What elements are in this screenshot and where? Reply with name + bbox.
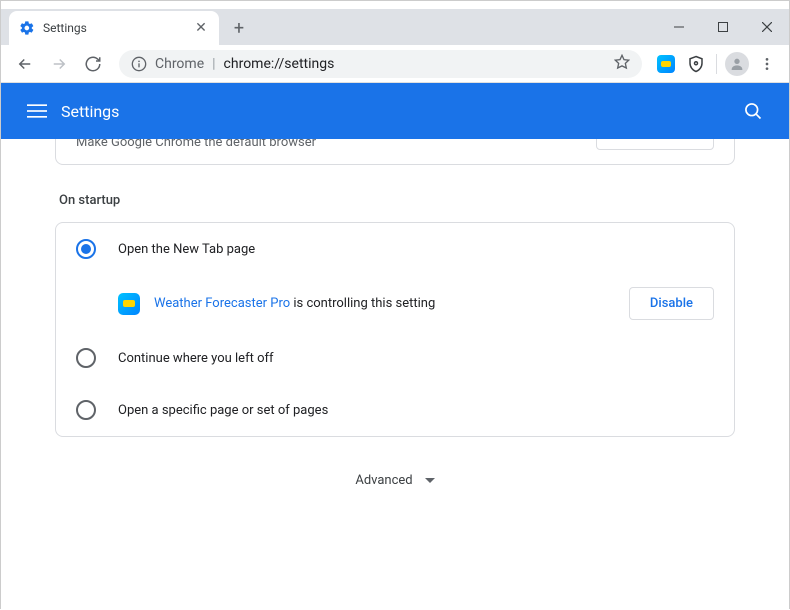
shield-icon[interactable] [682, 50, 710, 78]
reload-button[interactable] [77, 48, 109, 80]
bookmark-star-icon[interactable] [614, 54, 630, 74]
section-heading-on-startup: On startup [59, 193, 735, 208]
radio-unselected-icon [76, 348, 96, 368]
omnibox-origin: Chrome [155, 56, 204, 72]
address-bar[interactable]: Chrome | chrome://settings [119, 50, 642, 78]
extension-name-link[interactable]: Weather Forecaster Pro [154, 296, 290, 311]
close-tab-icon[interactable]: ✕ [193, 20, 209, 36]
extension-controlled-notice: Weather Forecaster Pro is controlling th… [56, 275, 734, 332]
menu-icon[interactable] [17, 91, 57, 131]
maximize-button[interactable] [701, 13, 745, 41]
back-button[interactable] [9, 48, 41, 80]
startup-option-continue[interactable]: Continue where you left off [56, 332, 734, 384]
browser-menu-button[interactable] [753, 50, 781, 78]
startup-option-specific-pages[interactable]: Open a specific page or set of pages [56, 384, 734, 436]
browser-toolbar: Chrome | chrome://settings [1, 45, 789, 83]
weather-extension-icon [118, 293, 140, 315]
advanced-toggle[interactable]: Advanced [55, 437, 735, 524]
omnibox-separator: | [212, 56, 215, 72]
startup-option-label: Open the New Tab page [118, 242, 714, 257]
browser-tab[interactable]: Settings ✕ [9, 11, 219, 45]
startup-option-label: Open a specific page or set of pages [118, 403, 714, 418]
tab-strip: Settings ✕ + [1, 9, 789, 45]
minimize-button[interactable] [657, 13, 701, 41]
omnibox-url: chrome://settings [224, 56, 335, 72]
forward-button[interactable] [43, 48, 75, 80]
search-icon[interactable] [733, 91, 773, 131]
tab-title: Settings [43, 21, 185, 35]
close-window-button[interactable] [745, 13, 789, 41]
extension-notice-text: Weather Forecaster Pro is controlling th… [154, 296, 615, 311]
new-tab-button[interactable]: + [225, 14, 253, 42]
radio-selected-icon [76, 239, 96, 259]
gear-icon [19, 20, 35, 36]
on-startup-card: Open the New Tab page Weather Forecaster… [55, 222, 735, 437]
site-info-icon[interactable] [131, 56, 147, 72]
page-title: Settings [61, 102, 119, 121]
advanced-label: Advanced [355, 473, 412, 488]
startup-option-label: Continue where you left off [118, 351, 714, 366]
make-default-button[interactable]: Make default [596, 139, 714, 150]
radio-unselected-icon [76, 400, 96, 420]
disable-extension-button[interactable]: Disable [629, 287, 714, 320]
settings-content[interactable]: Default browser Default browser Make Goo… [1, 139, 789, 610]
profile-avatar[interactable] [723, 50, 751, 78]
default-browser-subtitle: Make Google Chrome the default browser [76, 139, 580, 150]
default-browser-card: Default browser Make Google Chrome the d… [55, 139, 735, 165]
settings-header: Settings [1, 83, 789, 139]
extension-weather-icon[interactable] [652, 50, 680, 78]
chevron-down-icon [425, 478, 435, 483]
startup-option-new-tab[interactable]: Open the New Tab page [56, 223, 734, 275]
